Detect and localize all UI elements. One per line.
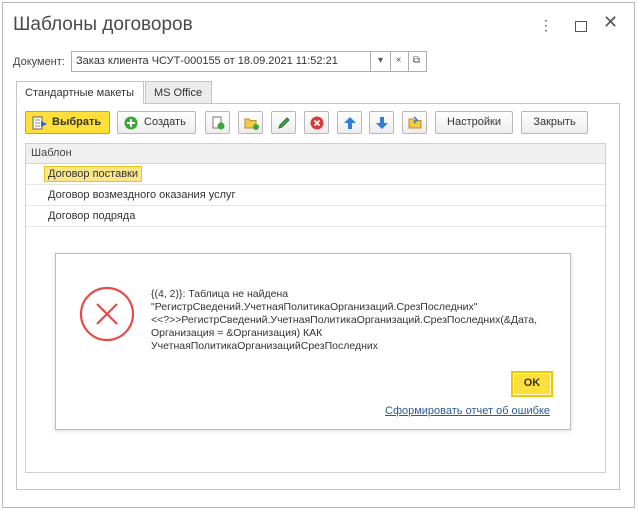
pencil-icon (278, 117, 290, 129)
create-button[interactable]: Создать (117, 111, 196, 134)
error-circle-x-icon (79, 286, 135, 342)
error-line: <<?>>РегистрСведений.УчетнаяПолитикаОрга… (151, 314, 538, 326)
add-folder-icon (244, 118, 259, 130)
error-line: УчетнаяПолитикаОрганизацийСрезПоследних (151, 340, 379, 352)
copy-icon (212, 116, 225, 130)
add-folder-button[interactable] (238, 111, 263, 134)
document-label: Документ: (13, 56, 65, 68)
delete-icon (310, 116, 324, 130)
folder-icon (408, 116, 422, 129)
select-button-label: Выбрать (52, 116, 102, 128)
table-row[interactable]: Договор подряда (26, 206, 605, 227)
plus-icon (124, 116, 138, 130)
document-field[interactable]: Заказ клиента ЧСУТ-000155 от 18.09.2021 … (71, 51, 371, 72)
window-title: Шаблоны договоров (13, 14, 193, 35)
error-dialog: {(4, 2)}: Таблица не найдена "РегистрСве… (55, 253, 571, 430)
more-vertical-icon[interactable]: ⋮ (539, 18, 553, 32)
select-icon (32, 116, 47, 130)
row-label: Договор поставки (44, 166, 142, 182)
table-row[interactable]: Договор возмездного оказания услуг (26, 185, 605, 206)
copy-button[interactable] (205, 111, 230, 134)
arrow-down-icon (376, 117, 388, 129)
column-header-template[interactable]: Шаблон (26, 144, 605, 164)
error-message: {(4, 2)}: Таблица не найдена "РегистрСве… (151, 288, 563, 353)
error-line: Организация = &Организация) КАК (151, 327, 323, 339)
arrow-up-icon (344, 117, 356, 129)
close-button[interactable]: Закрыть (521, 111, 588, 134)
folder-button[interactable] (402, 111, 427, 134)
close-icon[interactable]: ✕ (603, 13, 618, 31)
create-button-label: Создать (144, 116, 186, 128)
open-icon[interactable]: ⧉ (407, 51, 427, 72)
tab-ms-office[interactable]: MS Office (145, 81, 212, 104)
error-line: "РегистрСведений.УчетнаяПолитикаОрганиза… (151, 301, 478, 313)
clear-icon[interactable]: × (389, 51, 409, 72)
error-line: {(4, 2)}: Таблица не найдена (151, 288, 289, 300)
settings-button[interactable]: Настройки (435, 111, 513, 134)
tab-standard-templates[interactable]: Стандартные макеты (16, 81, 144, 104)
delete-button[interactable] (304, 111, 329, 134)
move-down-button[interactable] (369, 111, 394, 134)
dropdown-icon[interactable]: ▾ (371, 51, 391, 72)
table-row[interactable]: Договор поставки (26, 164, 605, 185)
edit-button[interactable] (271, 111, 296, 134)
maximize-icon[interactable] (575, 21, 587, 32)
ok-button[interactable]: OK (511, 371, 553, 397)
move-up-button[interactable] (337, 111, 362, 134)
select-button[interactable]: Выбрать (25, 111, 110, 134)
error-report-link[interactable]: Сформировать отчет об ошибке (385, 405, 550, 417)
